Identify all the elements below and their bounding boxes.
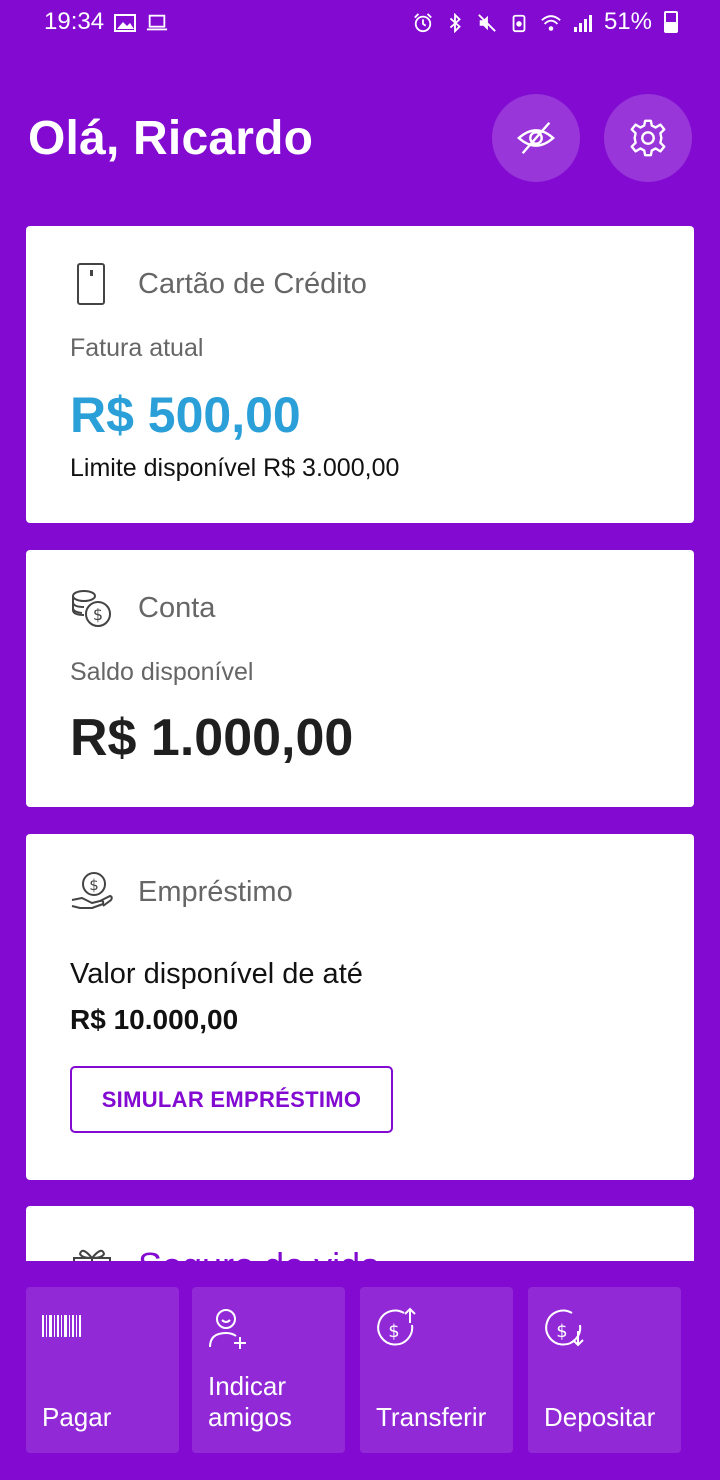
deposit-action[interactable]: $ Depositar — [528, 1287, 681, 1453]
laptop-icon — [146, 12, 168, 32]
pay-label: Pagar — [42, 1402, 112, 1432]
refer-friends-action[interactable]: Indicar amigos — [192, 1287, 345, 1453]
simulate-loan-button[interactable]: SIMULAR EMPRÉSTIMO — [70, 1066, 393, 1133]
status-left: 19:34 — [44, 8, 168, 36]
add-person-icon — [206, 1307, 250, 1351]
available-limit: Limite disponível R$ 3.000,00 — [70, 454, 400, 482]
battery-icon — [664, 11, 678, 33]
svg-text:$: $ — [556, 1321, 567, 1342]
account-card[interactable]: $ Conta Saldo disponível R$ 1.000,00 — [26, 550, 694, 807]
deposit-label: Depositar — [544, 1402, 656, 1432]
status-time: 19:34 — [44, 8, 105, 35]
status-bar: 19:34 51% — [0, 0, 720, 44]
refer-friends-label: Indicar amigos — [208, 1371, 292, 1432]
quick-actions-bar: Pagar Indicar amigos $ Transferir $ Depo… — [0, 1261, 720, 1480]
header: Olá, Ricardo — [28, 94, 692, 182]
settings-gear-icon — [630, 119, 666, 157]
credit-card-card[interactable]: Cartão de Crédito Fatura atual R$ 500,00… — [26, 226, 694, 523]
data-saver-icon — [508, 12, 530, 33]
credit-card-title: Cartão de Crédito — [138, 267, 367, 300]
hide-values-button[interactable] — [492, 94, 580, 182]
svg-text:$: $ — [93, 605, 103, 624]
svg-text:$: $ — [388, 1321, 399, 1342]
money-out-icon: $ — [374, 1307, 418, 1351]
battery-percent: 51% — [603, 8, 652, 35]
settings-button[interactable] — [604, 94, 692, 182]
alarm-icon — [412, 12, 434, 33]
balance-amount: R$ 1.000,00 — [70, 709, 354, 767]
credit-card-header: Cartão de Crédito — [70, 262, 367, 306]
wifi-icon — [540, 12, 562, 32]
transfer-action[interactable]: $ Transferir — [360, 1287, 513, 1453]
svg-text:$: $ — [89, 876, 99, 894]
signal-icon — [572, 12, 594, 32]
hand-money-icon: $ — [70, 870, 114, 914]
hide-eye-icon — [517, 121, 555, 155]
header-actions — [492, 94, 692, 182]
loan-amount: R$ 10.000,00 — [70, 1004, 239, 1035]
barcode-icon — [40, 1307, 84, 1351]
loan-available-label: Valor disponível de até — [70, 958, 363, 990]
account-title: Conta — [138, 591, 216, 624]
mute-icon — [476, 12, 498, 32]
account-header: $ Conta — [70, 586, 215, 630]
coins-icon: $ — [70, 586, 114, 630]
transfer-label: Transferir — [376, 1402, 487, 1432]
balance-label: Saldo disponível — [70, 658, 254, 686]
invoice-label: Fatura atual — [70, 334, 204, 362]
bluetooth-icon — [444, 12, 466, 34]
greeting: Olá, Ricardo — [28, 111, 314, 165]
loan-title: Empréstimo — [138, 875, 293, 908]
gallery-icon — [114, 12, 137, 32]
loan-header: $ Empréstimo — [70, 870, 293, 914]
pay-action[interactable]: Pagar — [26, 1287, 179, 1453]
invoice-amount: R$ 500,00 — [70, 387, 301, 443]
money-in-icon: $ — [542, 1307, 586, 1351]
loan-card[interactable]: $ Empréstimo Valor disponível de até R$ … — [26, 834, 694, 1180]
status-right: 51% — [412, 8, 678, 36]
phone-card-icon — [70, 262, 114, 306]
